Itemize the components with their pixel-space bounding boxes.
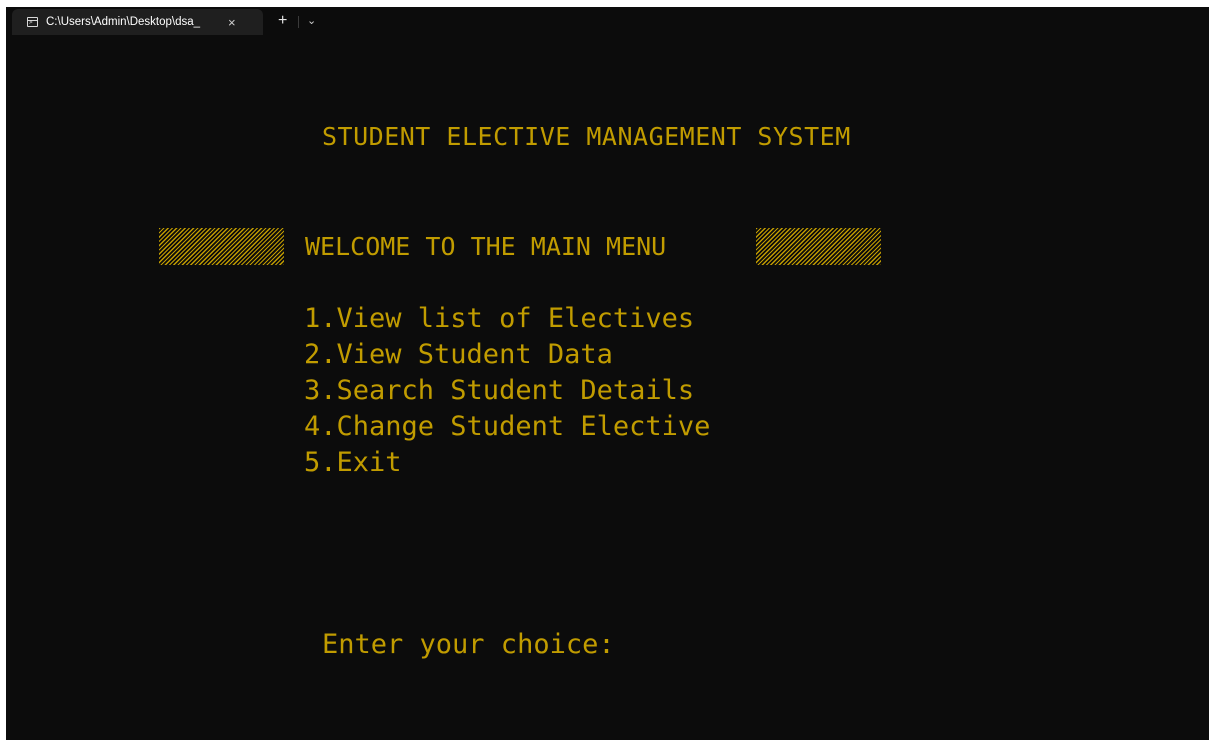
hatch-block-right: [756, 228, 881, 265]
terminal-tab[interactable]: C:\Users\Admin\Desktop\dsa_ ×: [12, 9, 263, 35]
menu-item-view-student-data: 2.View Student Data: [304, 339, 613, 370]
terminal-output[interactable]: STUDENT ELECTIVE MANAGEMENT SYSTEM WELCO…: [6, 35, 1209, 740]
menu-item-search-student: 3.Search Student Details: [304, 375, 695, 406]
tab-title: C:\Users\Admin\Desktop\dsa_: [46, 16, 201, 28]
chevron-down-icon[interactable]: ⌄: [307, 14, 316, 27]
menu-item-exit: 5.Exit: [304, 447, 402, 478]
menu-heading: WELCOME TO THE MAIN MENU: [305, 232, 667, 261]
hatch-block-left: [159, 228, 284, 265]
menu-item-view-electives: 1.View list of Electives: [304, 303, 695, 334]
choice-prompt: Enter your choice:: [322, 629, 615, 660]
menu-item-change-elective: 4.Change Student Elective: [304, 411, 711, 442]
terminal-window: C:\Users\Admin\Desktop\dsa_ × + ⌄ STUDEN…: [6, 7, 1209, 740]
close-tab-icon[interactable]: ×: [228, 15, 236, 30]
tab-bar: C:\Users\Admin\Desktop\dsa_ × + ⌄: [6, 7, 1209, 35]
tab-separator: [298, 16, 299, 28]
terminal-icon: [27, 17, 38, 27]
new-tab-button[interactable]: +: [278, 13, 287, 29]
app-title: STUDENT ELECTIVE MANAGEMENT SYSTEM: [322, 122, 851, 151]
main-menu: 1.View list of Electives 2.View Student …: [304, 301, 710, 481]
